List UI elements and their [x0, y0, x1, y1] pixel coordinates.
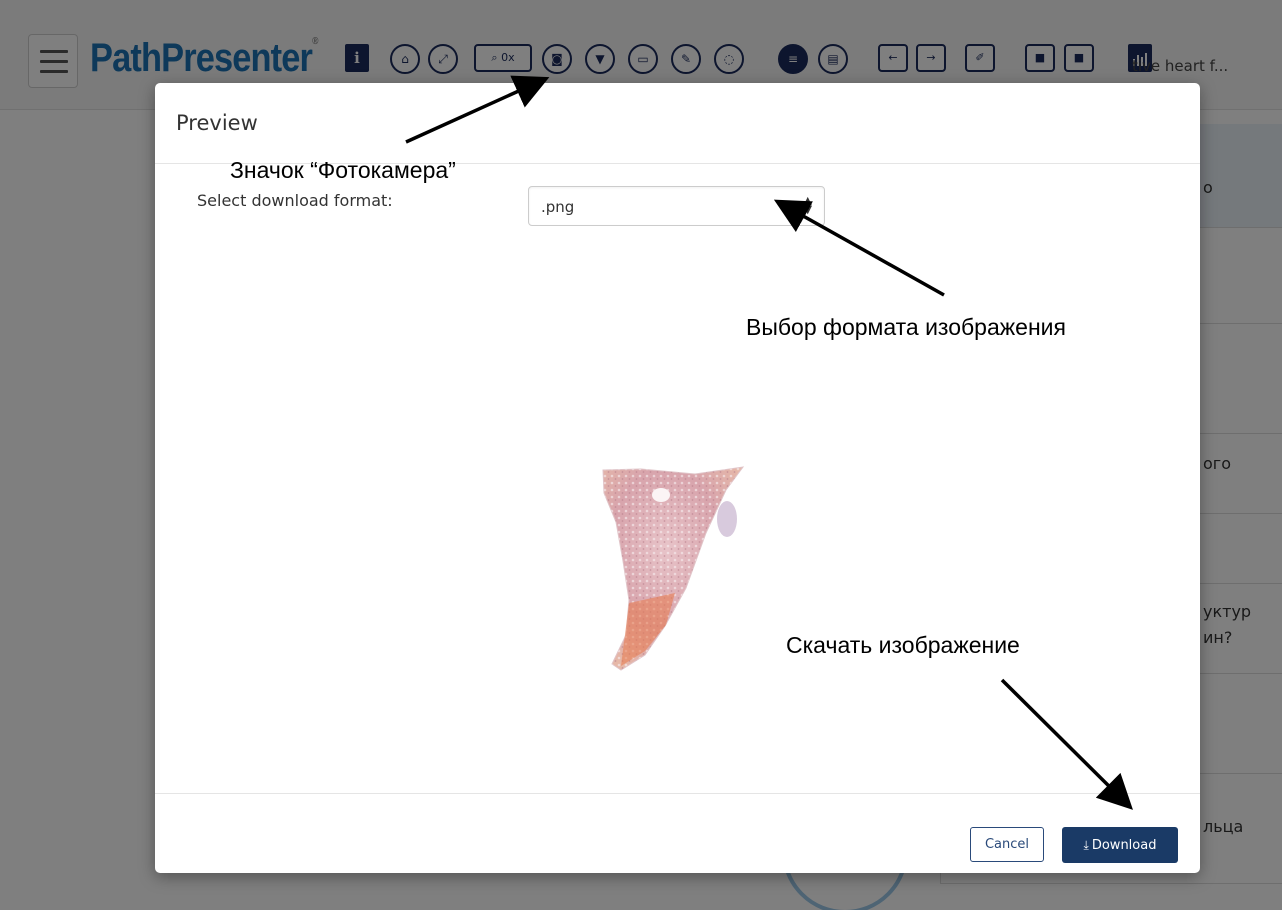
- annotation-arrows: [405, 75, 1133, 810]
- arrow-to-camera: [405, 75, 550, 144]
- arrow-to-download: [1000, 678, 1133, 810]
- arrow-to-format: [773, 199, 945, 297]
